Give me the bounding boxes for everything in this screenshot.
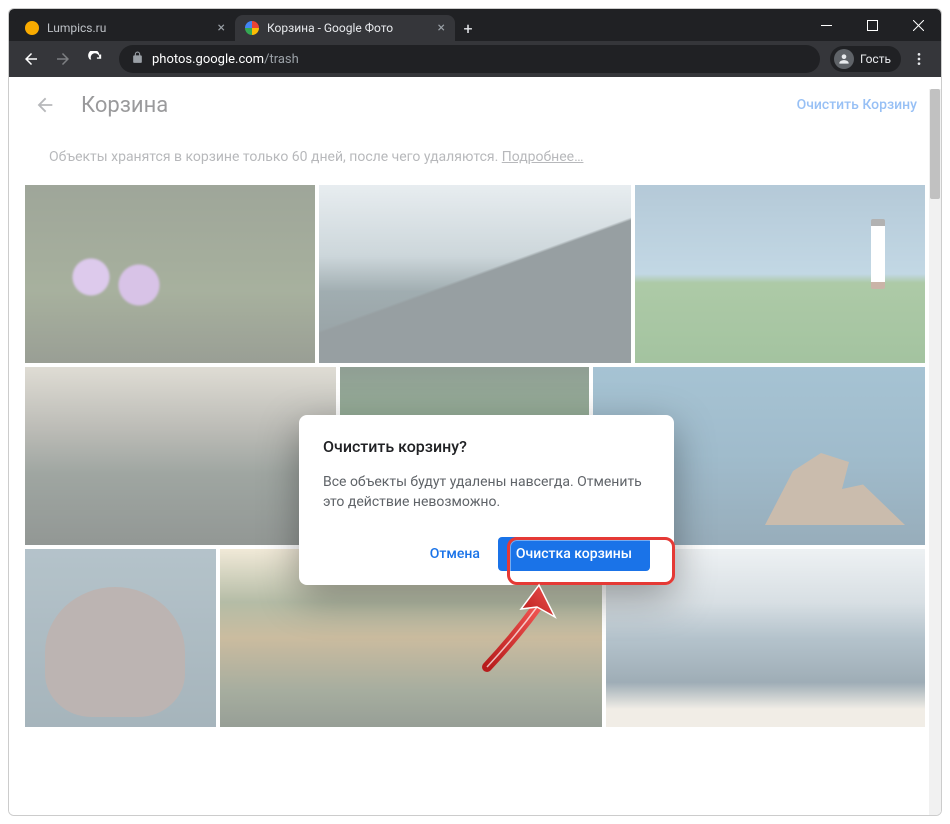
page-content: Корзина Очистить Корзину Объекты хранятс… [9,77,941,815]
window-maximize-button[interactable] [849,9,895,41]
browser-tab-google-photos[interactable]: Корзина - Google Фото × [235,15,455,41]
omnibox[interactable]: photos.google.com/trash [119,45,820,73]
favicon-icon [245,21,259,35]
url-path: /trash [264,52,299,67]
lock-icon [131,51,144,68]
confirm-dialog: Очистить корзину? Все объекты будут удал… [299,415,674,585]
nav-forward-button[interactable] [49,45,77,73]
window-close-button[interactable] [895,9,941,41]
new-tab-button[interactable]: + [455,15,481,41]
browser-menu-button[interactable] [905,45,933,73]
cancel-button[interactable]: Отмена [418,538,492,570]
tab-title: Корзина - Google Фото [267,21,430,35]
nav-reload-button[interactable] [81,45,109,73]
confirm-empty-trash-button[interactable]: Очистка корзины [498,537,650,571]
profile-label: Гость [860,52,891,66]
avatar-icon [834,49,854,69]
profile-chip[interactable]: Гость [830,46,901,72]
tab-title: Lumpics.ru [47,21,210,35]
dialog-title: Очистить корзину? [323,437,650,456]
window-titlebar: Lumpics.ru × Корзина - Google Фото × + [9,9,941,41]
browser-tab-lumpics[interactable]: Lumpics.ru × [15,15,235,41]
dialog-body: Все объекты будут удалены навсегда. Отме… [323,472,650,513]
close-icon[interactable]: × [218,21,225,35]
close-icon[interactable]: × [438,21,445,35]
window-minimize-button[interactable] [803,9,849,41]
address-bar: photos.google.com/trash Гость [9,41,941,77]
url-host: photos.google.com [152,52,264,67]
scrollbar-thumb[interactable] [930,89,940,199]
nav-back-button[interactable] [17,45,45,73]
favicon-icon [25,21,39,35]
scrollbar[interactable] [929,89,941,815]
tab-strip: Lumpics.ru × Корзина - Google Фото × + [9,9,803,41]
omnibox-text: photos.google.com/trash [152,52,299,67]
